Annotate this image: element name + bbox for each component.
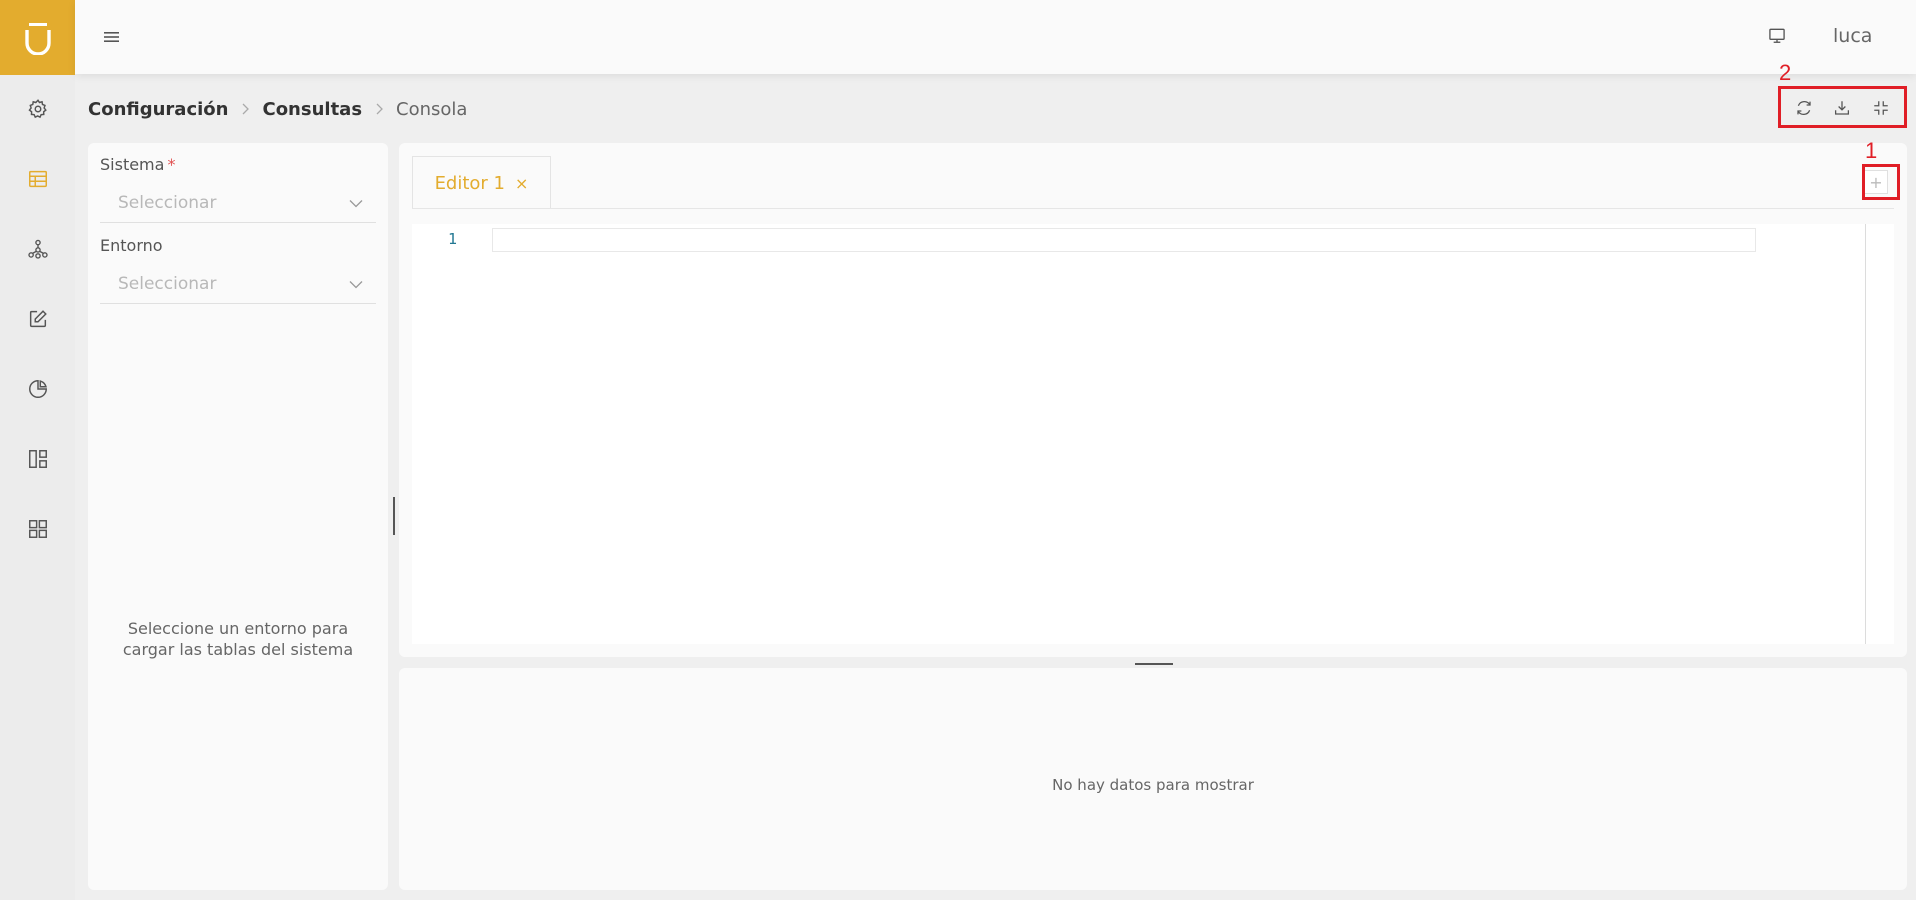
monitor-icon bbox=[1769, 28, 1785, 43]
dashboard-icon bbox=[28, 450, 47, 468]
annotation-number-2: 2 bbox=[1779, 60, 1792, 85]
table-icon bbox=[28, 170, 47, 188]
sidebar-item-tables[interactable] bbox=[0, 154, 75, 204]
horizontal-splitter[interactable] bbox=[1135, 663, 1173, 665]
breadcrumb-consultas[interactable]: Consultas bbox=[262, 99, 362, 120]
chevron-down-icon bbox=[349, 200, 363, 208]
environment-select-placeholder: Seleccionar bbox=[118, 273, 217, 294]
tables-empty-message: Seleccione un entorno para cargar las ta… bbox=[88, 618, 388, 660]
tables-empty-line2: cargar las tablas del sistema bbox=[122, 640, 354, 659]
environment-select[interactable]: Seleccionar bbox=[100, 264, 376, 304]
editor-scrollbar[interactable] bbox=[1865, 224, 1866, 644]
code-editor[interactable]: 1 bbox=[412, 224, 1894, 644]
tab-label: Editor 1 bbox=[434, 172, 506, 194]
sidebar-item-reports[interactable] bbox=[0, 364, 75, 414]
tables-empty-line1: Seleccione un entorno para bbox=[127, 619, 349, 638]
sidebar-item-apps[interactable] bbox=[0, 504, 75, 554]
results-empty-message: No hay datos para mostrar bbox=[1052, 776, 1254, 794]
edit-icon bbox=[29, 310, 47, 328]
top-bar: luca bbox=[75, 0, 1916, 74]
required-mark: * bbox=[167, 155, 176, 174]
annotation-box-1 bbox=[1862, 164, 1900, 200]
close-icon[interactable]: × bbox=[515, 174, 528, 193]
chevron-right-icon bbox=[374, 102, 384, 116]
filter-panel: Sistema * Seleccionar Entorno Seleccionar… bbox=[88, 143, 388, 890]
breadcrumb-configuracion[interactable]: Configuración bbox=[88, 99, 228, 120]
hamburger-icon bbox=[104, 32, 119, 42]
breadcrumb-current: Consola bbox=[396, 98, 468, 120]
tab-divider bbox=[412, 208, 1894, 209]
tab-editor-1[interactable]: Editor 1 × bbox=[412, 156, 551, 209]
logo-icon bbox=[24, 22, 51, 55]
line-number: 1 bbox=[448, 230, 458, 248]
vertical-splitter[interactable] bbox=[393, 497, 395, 535]
chevron-right-icon bbox=[240, 102, 250, 116]
gear-icon bbox=[27, 99, 47, 119]
annotation-box-2 bbox=[1778, 86, 1907, 128]
app-logo[interactable] bbox=[0, 0, 75, 75]
code-line-1[interactable] bbox=[492, 228, 1756, 252]
pie-chart-icon bbox=[28, 380, 47, 398]
breadcrumb: Configuración Consultas Consola bbox=[88, 96, 467, 122]
display-button[interactable] bbox=[1765, 24, 1789, 48]
system-select-placeholder: Seleccionar bbox=[118, 192, 217, 213]
environment-label: Entorno bbox=[100, 236, 163, 255]
chevron-down-icon bbox=[349, 281, 363, 289]
system-select[interactable]: Seleccionar bbox=[100, 183, 376, 223]
grid-icon bbox=[28, 520, 47, 538]
network-icon bbox=[27, 239, 48, 259]
sidebar bbox=[0, 0, 75, 900]
menu-toggle-button[interactable] bbox=[100, 25, 124, 49]
sidebar-item-network[interactable] bbox=[0, 224, 75, 274]
editor-panel: Editor 1 × + 1 bbox=[399, 143, 1907, 657]
system-label-text: Sistema bbox=[100, 155, 165, 174]
sidebar-item-settings[interactable] bbox=[0, 84, 75, 134]
sidebar-item-dashboards[interactable] bbox=[0, 434, 75, 484]
user-menu[interactable]: luca bbox=[1833, 25, 1872, 47]
annotation-number-1: 1 bbox=[1865, 138, 1878, 163]
system-label: Sistema * bbox=[100, 155, 175, 174]
sidebar-item-edit[interactable] bbox=[0, 294, 75, 344]
results-panel: No hay datos para mostrar bbox=[399, 668, 1907, 890]
